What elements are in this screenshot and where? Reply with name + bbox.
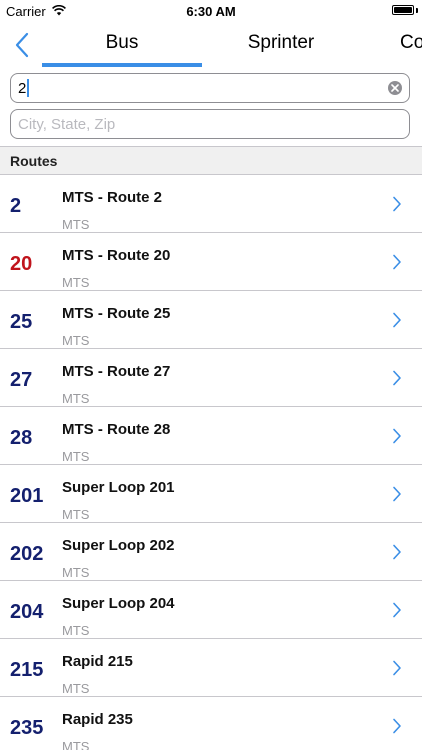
route-number: 204	[10, 601, 44, 623]
route-number: 202	[10, 543, 44, 565]
route-agency: MTS	[62, 565, 90, 580]
chevron-right-icon	[393, 486, 401, 502]
status-bar: Carrier 6:30 AM	[0, 0, 422, 22]
chevron-right-icon	[393, 196, 401, 212]
chevron-right-icon	[393, 718, 401, 734]
route-row[interactable]: 202 Super Loop 202 MTS	[0, 523, 422, 581]
route-agency: MTS	[62, 681, 90, 696]
close-icon	[391, 84, 399, 92]
section-title: Routes	[10, 152, 58, 169]
route-title: Super Loop 201	[62, 479, 175, 496]
route-list: 2 MTS - Route 2 MTS 20 MTS - Route 20 MTS 25 MT…	[0, 175, 422, 750]
route-search-value: 2	[18, 79, 27, 97]
route-title: MTS - Route 2	[62, 189, 162, 206]
chevron-right-icon	[393, 428, 401, 444]
route-number: 28	[10, 427, 33, 449]
route-row[interactable]: 204 Super Loop 204 MTS	[0, 581, 422, 639]
chevron-right-icon	[393, 370, 401, 386]
route-row[interactable]: 235 Rapid 235 MTS	[0, 697, 422, 750]
route-title: MTS - Route 20	[62, 247, 171, 264]
route-title: Super Loop 202	[62, 537, 175, 554]
route-agency: MTS	[62, 333, 90, 348]
route-title: Rapid 235	[62, 711, 133, 728]
tab-sprinter[interactable]: Sprinter	[200, 32, 362, 58]
battery-fill	[394, 7, 412, 13]
route-number: 25	[10, 311, 33, 333]
chevron-right-icon	[393, 544, 401, 560]
chevron-right-icon	[393, 660, 401, 676]
route-agency: MTS	[62, 739, 90, 750]
route-row[interactable]: 28 MTS - Route 28 MTS	[0, 407, 422, 465]
route-title: MTS - Route 28	[62, 421, 171, 438]
screen: Carrier 6:30 AM Bus Sprinter Co 2 City, …	[0, 0, 422, 750]
route-number: 2	[10, 195, 22, 217]
status-time: 6:30 AM	[186, 4, 236, 19]
clear-search-button[interactable]	[388, 81, 402, 95]
route-title: Super Loop 204	[62, 595, 175, 612]
battery-tip	[416, 8, 418, 13]
chevron-right-icon	[393, 254, 401, 270]
route-search-input[interactable]: 2	[10, 73, 410, 103]
route-row[interactable]: 201 Super Loop 201 MTS	[0, 465, 422, 523]
route-row[interactable]: 2 MTS - Route 2 MTS	[0, 175, 422, 233]
route-number: 27	[10, 369, 33, 391]
route-agency: MTS	[62, 623, 90, 638]
selected-tab-indicator	[42, 63, 202, 67]
nav-bar: Bus Sprinter Co	[0, 22, 422, 70]
route-row[interactable]: 27 MTS - Route 27 MTS	[0, 349, 422, 407]
route-title: Rapid 215	[62, 653, 133, 670]
route-agency: MTS	[62, 449, 90, 464]
route-number: 215	[10, 659, 44, 681]
route-agency: MTS	[62, 217, 90, 232]
routes-section-header: Routes	[0, 146, 422, 175]
route-agency: MTS	[62, 391, 90, 406]
route-number: 201	[10, 485, 44, 507]
chevron-left-icon	[15, 32, 29, 58]
route-agency: MTS	[62, 275, 90, 290]
back-button[interactable]	[10, 30, 34, 60]
tab-coaster[interactable]: Co	[400, 32, 422, 58]
route-agency: MTS	[62, 507, 90, 522]
chevron-right-icon	[393, 602, 401, 618]
route-number: 235	[10, 717, 44, 739]
tab-bus[interactable]: Bus	[42, 32, 202, 58]
route-title: MTS - Route 25	[62, 305, 171, 322]
route-number: 20	[10, 253, 33, 275]
city-state-zip-placeholder: City, State, Zip	[18, 115, 116, 133]
chevron-right-icon	[393, 312, 401, 328]
route-row[interactable]: 215 Rapid 215 MTS	[0, 639, 422, 697]
route-row[interactable]: 20 MTS - Route 20 MTS	[0, 233, 422, 291]
text-caret	[27, 79, 30, 97]
battery-icon	[392, 5, 414, 15]
route-row[interactable]: 25 MTS - Route 25 MTS	[0, 291, 422, 349]
route-title: MTS - Route 27	[62, 363, 171, 380]
city-state-zip-input[interactable]: City, State, Zip	[10, 109, 410, 139]
